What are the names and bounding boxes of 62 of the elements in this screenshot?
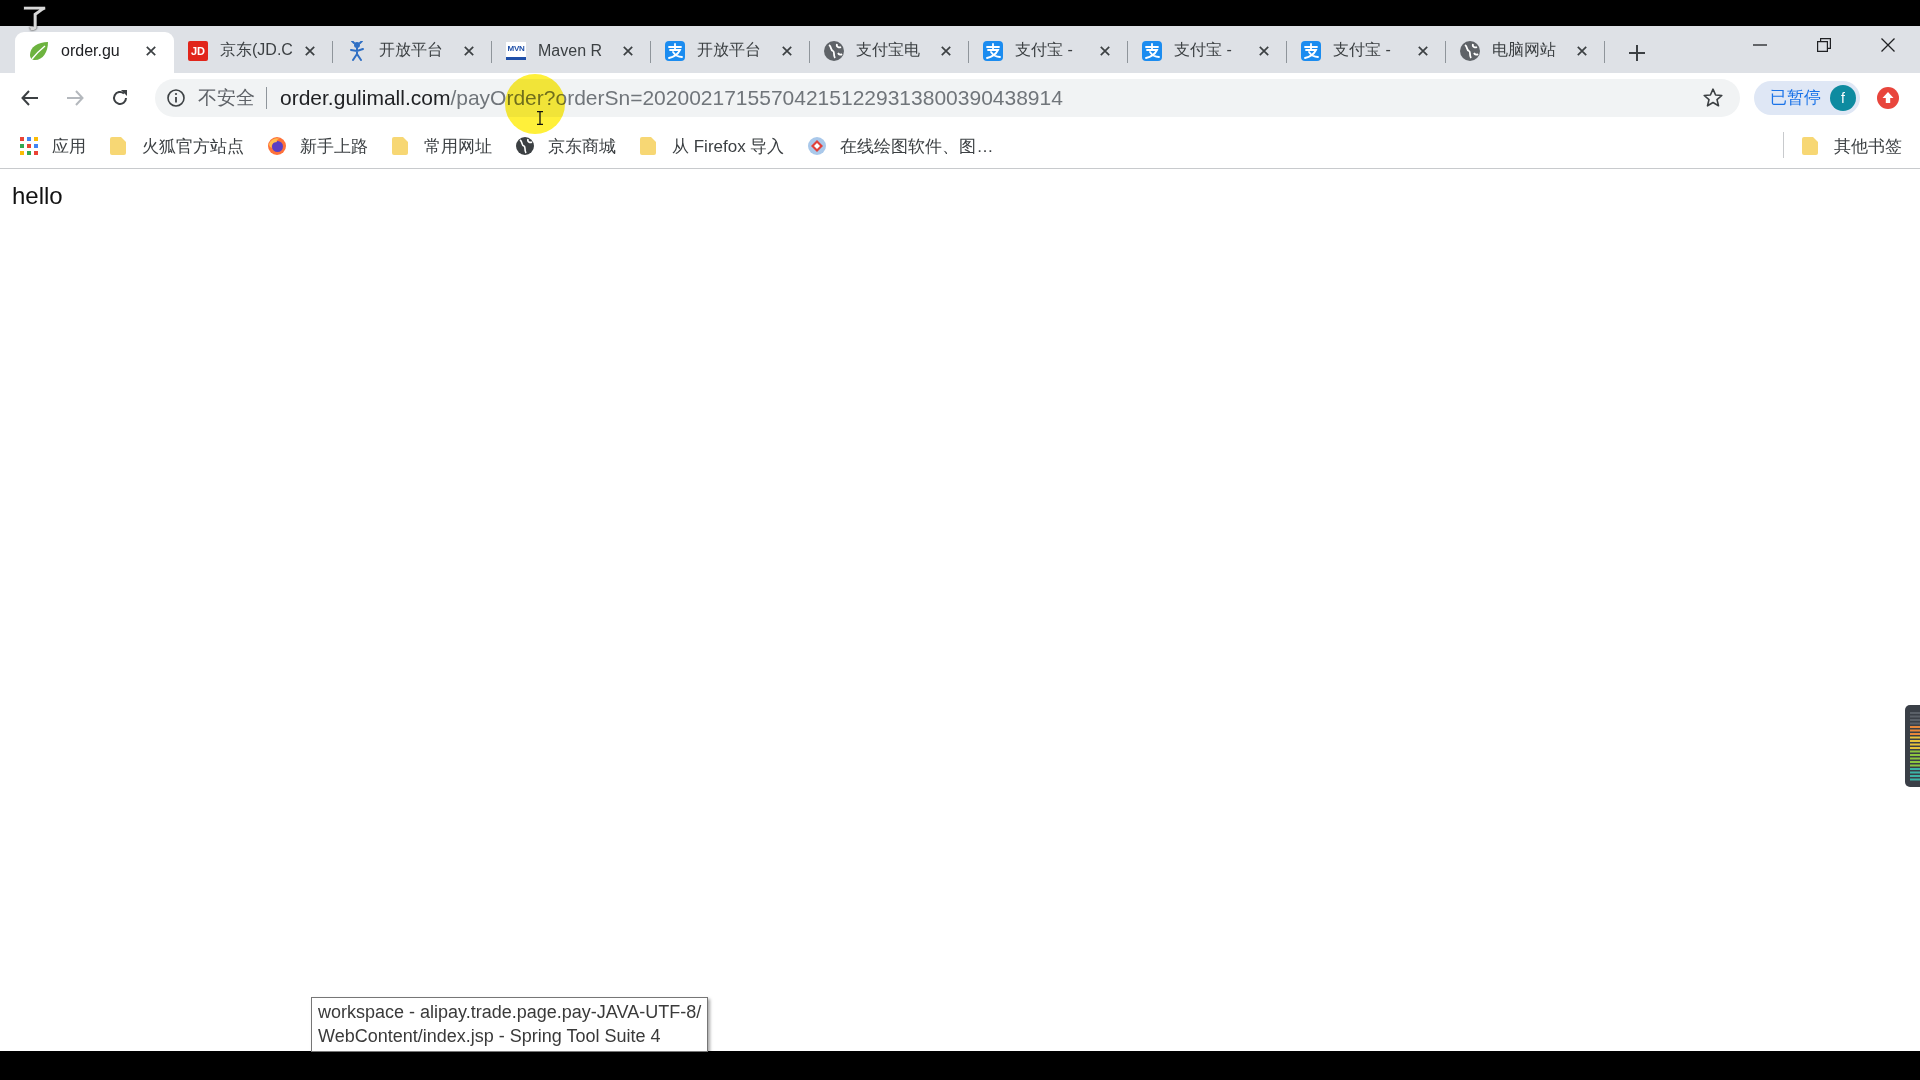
restore-icon (1817, 38, 1831, 52)
fox-logo-icon (268, 137, 286, 155)
browser-tab[interactable]: 支付宝 - (1287, 32, 1446, 73)
browser-tab[interactable]: JD 京东(JD.C (174, 32, 333, 73)
close-icon (1259, 45, 1269, 56)
site-info-button[interactable]: 不安全 (167, 82, 255, 113)
globe-icon (1460, 40, 1480, 61)
leaf-icon (29, 40, 49, 61)
close-icon (1577, 45, 1587, 56)
folder-icon (392, 137, 410, 155)
app-tile-icon (665, 40, 685, 61)
letter-logo: MVN (506, 41, 526, 60)
close-icon (464, 45, 474, 56)
bookmark-item[interactable]: 从 Firefox 导入 (634, 134, 791, 158)
info-icon (167, 88, 185, 107)
close-icon (1418, 45, 1428, 56)
folder-icon (110, 137, 128, 155)
profile-button[interactable]: 已暂停 f (1754, 80, 1860, 115)
browser-tab[interactable]: 支付宝 - (1128, 32, 1287, 73)
browser-tab[interactable]: 电脑网站 (1446, 32, 1605, 73)
reload-icon (111, 88, 129, 107)
globe-icon (516, 137, 534, 155)
folder-icon (1802, 137, 1820, 155)
tooltip: workspace - alipay.trade.page.pay-JAVA-UTF-8/ WebContent/index.jsp - Spring Tool Suite 4 (311, 997, 709, 1052)
browser-tab[interactable]: 开放平台 (333, 32, 492, 73)
bookmark-item[interactable]: 其他书签 (1796, 134, 1908, 158)
close-icon (1881, 38, 1895, 52)
app-tile-icon (1301, 40, 1321, 61)
close-icon (623, 45, 633, 56)
avatar: f (1830, 84, 1856, 111)
star-icon (1703, 87, 1723, 108)
subtitle-text: 了 (22, 2, 49, 34)
text-cursor-icon (536, 111, 544, 125)
level-meter-icon (1905, 705, 1920, 787)
close-icon (782, 45, 792, 56)
app-tile-icon (1142, 40, 1162, 61)
bookmark-item[interactable]: 新手上路 (262, 134, 374, 158)
browser-tab[interactable]: 开放平台 (651, 32, 810, 73)
close-icon (941, 45, 951, 56)
diamond-badge-icon (808, 137, 827, 155)
close-icon (1100, 45, 1110, 56)
app-tile-icon (983, 40, 1003, 61)
folder-icon (640, 137, 658, 155)
globe-icon (824, 40, 844, 61)
plus-icon (1629, 45, 1645, 61)
bookmark-item[interactable]: 常用网址 (386, 134, 498, 158)
bookmark-item[interactable]: 京东商城 (510, 134, 622, 158)
browser-tab[interactable]: order.gu (15, 32, 174, 73)
forward-arrow-icon (66, 88, 84, 107)
close-icon (146, 45, 156, 56)
page-text: hello (12, 181, 63, 211)
close-icon (305, 45, 315, 56)
back-arrow-icon (21, 88, 39, 107)
bookmark-item[interactable]: 应用 (14, 134, 92, 158)
bookmark-item[interactable]: 在线绘图软件、图… (802, 134, 1000, 158)
bookmark-item[interactable]: 火狐官方站点 (104, 134, 250, 158)
apps-grid-icon (20, 137, 38, 155)
browser-tab[interactable]: 支付宝 - (969, 32, 1128, 73)
letter-logo: JD (188, 40, 208, 61)
browser-tab[interactable]: 支付宝电 (810, 32, 969, 73)
figure-icon (347, 40, 367, 61)
browser-tab[interactable]: MVN Maven R (492, 32, 651, 73)
